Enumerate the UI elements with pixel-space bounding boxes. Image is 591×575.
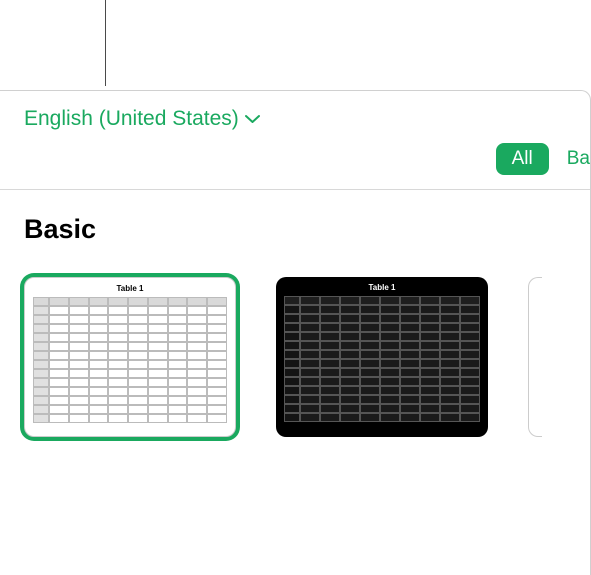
language-selector[interactable]: English (United States) — [24, 107, 260, 131]
language-selector-label: English (United States) — [24, 107, 239, 131]
header-language-row: English (United States) — [0, 91, 590, 143]
filter-basic-button[interactable]: Ba — [567, 148, 590, 170]
template-light-label: Table 1 — [25, 278, 235, 297]
template-peek-next[interactable] — [528, 277, 542, 437]
template-row: Table 1 — [24, 277, 566, 437]
template-chooser-window: English (United States) All Ba Basic Tab… — [0, 90, 591, 575]
section-title-basic: Basic — [24, 214, 566, 245]
template-dark-label: Table 1 — [276, 277, 488, 296]
template-content: Basic Table 1 — [0, 190, 590, 461]
template-blank-dark[interactable]: Table 1 — [276, 277, 488, 437]
callout-line — [105, 0, 106, 86]
header-filter-row: All Ba — [0, 143, 590, 189]
template-dark-grid — [284, 296, 480, 422]
chevron-down-icon — [245, 114, 260, 124]
template-light-grid — [33, 297, 227, 423]
filter-all-button[interactable]: All — [496, 143, 549, 175]
template-blank-light[interactable]: Table 1 — [24, 277, 236, 437]
